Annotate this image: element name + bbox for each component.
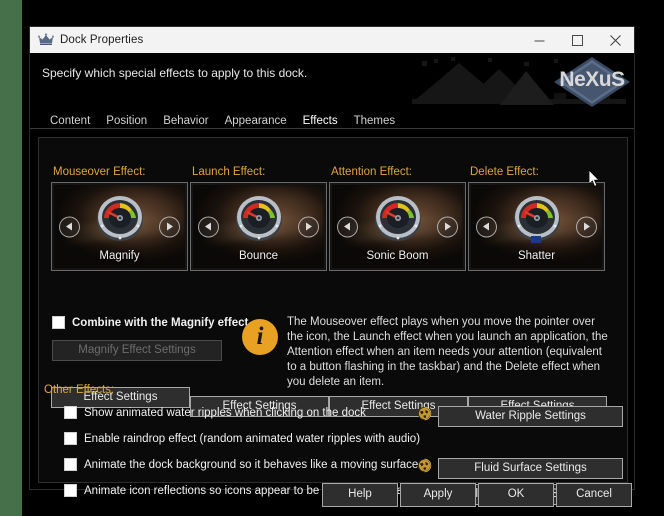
desktop-background: Dock Properties NeXuS Specify which spec…	[0, 0, 664, 516]
banner-description: Specify which special effects to apply t…	[42, 66, 308, 80]
effect-title-mouseover: Mouseover Effect:	[53, 166, 146, 178]
effect-value-launch: Bounce	[238, 250, 278, 262]
gauge-icon	[235, 196, 282, 242]
crown-icon	[37, 32, 55, 48]
dock-properties-window: Dock Properties NeXuS Specify which spec…	[30, 27, 634, 507]
globe-icon	[417, 458, 432, 473]
effect-column-launch: Launch Effect: Bounce Effect Settings	[190, 166, 329, 417]
tab-appearance[interactable]: Appearance	[217, 113, 295, 129]
effect-column-delete: Delete Effect: Shatter	[468, 166, 607, 417]
effect-title-launch: Launch Effect:	[192, 166, 266, 178]
window-controls	[520, 27, 634, 53]
cancel-button[interactable]: Cancel	[556, 483, 632, 507]
banner-artwork: NeXuS	[404, 53, 634, 109]
effect-value-mouseover: Magnify	[99, 250, 140, 262]
help-button[interactable]: Help	[322, 483, 398, 507]
next-effect-arrow-icon[interactable]	[437, 216, 458, 237]
other-effect-row-water-ripples[interactable]: Show animated water ripples when clickin…	[64, 406, 366, 419]
window-body: NeXuS Specify which special effects to a…	[30, 53, 634, 507]
maximize-button[interactable]	[558, 27, 596, 53]
effects-panel: Mouseover Effect: Magnify Effect Setting…	[38, 137, 628, 505]
header-banner: NeXuS Specify which special effects to a…	[30, 53, 634, 109]
raindrop-effect-checkbox[interactable]	[64, 432, 77, 445]
prev-effect-arrow-icon[interactable]	[198, 216, 219, 237]
magnify-effect-settings-button[interactable]: Magnify Effect Settings	[52, 340, 222, 361]
tab-position[interactable]: Position	[98, 113, 155, 129]
tab-content[interactable]: Content	[42, 113, 98, 129]
next-effect-arrow-icon[interactable]	[159, 216, 180, 237]
water-ripples-label: Show animated water ripples when clickin…	[84, 406, 366, 419]
effect-title-delete: Delete Effect:	[470, 166, 539, 178]
info-icon: i	[242, 319, 278, 355]
other-effect-row-raindrop[interactable]: Enable raindrop effect (random animated …	[64, 432, 420, 445]
other-effect-row-dock-background[interactable]: Animate the dock background so it behave…	[64, 458, 418, 471]
next-effect-arrow-icon[interactable]	[576, 216, 597, 237]
tab-bar: Content Position Behavior Appearance Eff…	[30, 109, 634, 129]
window-titlebar[interactable]: Dock Properties	[30, 27, 634, 53]
gauge-icon	[513, 196, 560, 244]
effect-value-attention: Sonic Boom	[366, 250, 429, 262]
effect-title-attention: Attention Effect:	[331, 166, 412, 178]
tab-behavior[interactable]: Behavior	[155, 113, 216, 129]
minimize-button[interactable]	[520, 27, 558, 53]
combine-magnify-label: Combine with the Magnify effect	[72, 316, 249, 329]
footer-button-bar: Help Apply OK Cancel	[30, 483, 634, 515]
raindrop-effect-label: Enable raindrop effect (random animated …	[84, 432, 421, 445]
info-description: The Mouseover effect plays when you move…	[287, 316, 608, 388]
close-button[interactable]	[596, 27, 634, 53]
combine-magnify-checkbox[interactable]	[52, 316, 65, 329]
effect-preview-launch[interactable]: Bounce	[190, 182, 327, 271]
desktop-left-strip	[0, 0, 22, 516]
globe-icon	[417, 406, 432, 421]
prev-effect-arrow-icon[interactable]	[59, 216, 80, 237]
water-ripples-checkbox[interactable]	[64, 406, 77, 419]
effect-value-delete: Shatter	[517, 250, 556, 262]
gauge-icon	[374, 196, 421, 242]
combine-magnify-row[interactable]: Combine with the Magnify effect	[52, 316, 248, 329]
water-ripple-settings-button[interactable]: Water Ripple Settings	[438, 406, 623, 427]
next-effect-arrow-icon[interactable]	[298, 216, 319, 237]
gauge-icon	[96, 196, 143, 242]
effect-column-mouseover: Mouseover Effect: Magnify Effect Setting…	[51, 166, 190, 408]
animate-dock-background-checkbox[interactable]	[64, 458, 77, 471]
nexus-logo-text: NeXuS	[559, 68, 625, 91]
effect-preview-delete[interactable]: Shatter	[468, 182, 605, 271]
animate-dock-background-label: Animate the dock background so it behave…	[84, 458, 419, 471]
effect-preview-attention[interactable]: Sonic Boom	[329, 182, 466, 271]
tab-effects[interactable]: Effects	[295, 113, 346, 129]
prev-effect-arrow-icon[interactable]	[476, 216, 497, 237]
apply-button[interactable]: Apply	[400, 483, 476, 507]
effect-column-attention: Attention Effect: Sonic Boom Effect Sett…	[329, 166, 468, 417]
other-effects-title: Other Effects:	[44, 384, 115, 396]
window-title: Dock Properties	[60, 34, 144, 46]
tab-underline	[30, 128, 634, 129]
effect-preview-mouseover[interactable]: Magnify	[51, 182, 188, 271]
tab-themes[interactable]: Themes	[346, 113, 404, 129]
fluid-surface-settings-button[interactable]: Fluid Surface Settings	[438, 458, 623, 479]
prev-effect-arrow-icon[interactable]	[337, 216, 358, 237]
ok-button[interactable]: OK	[478, 483, 554, 507]
